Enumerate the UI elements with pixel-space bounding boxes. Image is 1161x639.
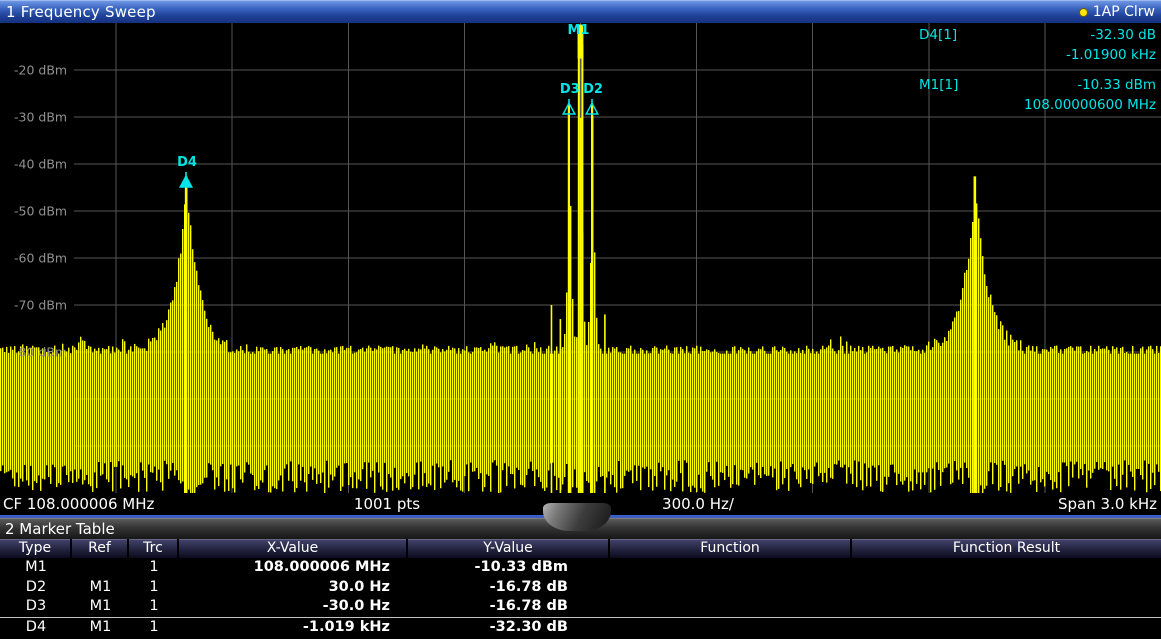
marker-table-row-d2[interactable]: D2M1130.0 Hz-16.78 dB [0,578,1161,598]
table-cell: 1 [129,578,179,598]
table-cell: -16.78 dB [408,578,610,598]
marker-table-body: M11108.000006 MHz-10.33 dBmD2M1130.0 Hz-… [0,558,1161,637]
column-header-trc: Trc [129,539,179,558]
readout-marker-value: -10.33 dBm [1077,75,1156,95]
table-cell: 108.000006 MHz [179,558,408,578]
marker-label-d4[interactable]: D4 [177,155,197,170]
marker-table-row-d4[interactable]: D4M11-1.019 kHz-32.30 dB [0,618,1161,638]
readout-m11[interactable]: M1[1] -10.33 dBm108.00000600 MHz [919,75,1156,116]
table-cell: 30.0 Hz [179,578,408,598]
window-title: 1 Frequency Sweep [6,3,156,21]
table-cell: M1 [72,597,129,617]
marker-label-d3[interactable]: D3 [560,82,580,97]
table-cell [72,558,129,578]
table-cell: -16.78 dB [408,597,610,617]
column-header-x-value: X-Value [179,539,408,558]
marker-readout-panel[interactable]: D4[1] -32.30 dB-1.01900 kHz M1[1] -10.33 dB… [919,25,1156,125]
frequency-sweep-titlebar[interactable]: 1 Frequency Sweep 1AP Clrw [0,0,1161,23]
trace-indicator[interactable]: 1AP Clrw [1079,4,1155,20]
table-cell: -10.33 dBm [408,558,610,578]
sweep-points-value: 1001 pts [337,495,437,513]
marker-symbol-d4[interactable] [179,172,193,193]
table-cell: -1.019 kHz [179,618,408,638]
table-cell: D2 [0,578,72,598]
table-cell: 1 [129,597,179,617]
table-cell: 1 [129,618,179,638]
marker-table-row-d3[interactable]: D3M11-30.0 Hz-16.78 dB [0,597,1161,617]
column-header-ref: Ref [72,539,129,558]
y-axis-tick-label: -80 dBm [14,345,67,360]
window-title: 2 Marker Table [5,520,115,538]
marker-symbol-d2[interactable] [585,99,599,120]
spectrum-plot: -20 dBm -30 dBm -40 dBm -50 dBm -60 dBm -70 d… [0,23,1161,493]
readout-marker-value: -32.30 dB [1090,25,1156,45]
table-cell [852,597,1161,617]
column-header-type: Type [0,539,72,558]
marker-label-m1[interactable]: M1 [568,23,590,38]
table-cell: M1 [0,558,72,578]
table-cell [610,558,852,578]
marker-label-d2[interactable]: D2 [583,82,603,97]
readout-marker-name: M1[1] [919,75,958,95]
span-value[interactable]: Span 3.0 kHz [1058,495,1157,513]
y-axis-tick-label: -30 dBm [14,110,67,125]
window-splitter-handle[interactable] [543,503,611,531]
y-axis-tick-label: -60 dBm [14,251,67,266]
table-cell [852,558,1161,578]
hz-per-division-value: 300.0 Hz/ [648,495,748,513]
table-cell [852,618,1161,638]
column-header-y-value: Y-Value [408,539,610,558]
y-axis-tick-label: -70 dBm [14,298,67,313]
table-cell: M1 [72,578,129,598]
y-axis-tick-label: -40 dBm [14,157,67,172]
table-cell [610,578,852,598]
y-axis-tick-label: -20 dBm [14,63,67,78]
readout-marker-sub-value: 108.00000600 MHz [919,95,1156,116]
readout-marker-sub-value: -1.01900 kHz [919,45,1156,66]
marker-table: TypeRefTrcX-ValueY-ValueFunctionFunction… [0,539,1161,637]
trace-active-dot-icon [1079,8,1088,17]
readout-marker-name: D4[1] [919,25,957,45]
center-frequency-value[interactable]: CF 108.000006 MHz [3,495,154,513]
column-header-function: Function [610,539,852,558]
table-cell [610,618,852,638]
table-cell: M1 [72,618,129,638]
table-cell: D4 [0,618,72,638]
table-cell: -30.0 Hz [179,597,408,617]
table-cell [852,578,1161,598]
analyzer-screen: 1 Frequency Sweep 1AP Clrw -20 dBm -30 dB… [0,0,1161,639]
trace-mode-label: 1AP Clrw [1093,4,1155,20]
marker-symbol-d3[interactable] [562,99,576,120]
column-header-function-result: Function Result [852,539,1161,558]
table-cell [610,597,852,617]
table-cell: -32.30 dB [408,618,610,638]
readout-d41[interactable]: D4[1] -32.30 dB-1.01900 kHz [919,25,1156,66]
marker-table-row-m1[interactable]: M1 1108.000006 MHz-10.33 dBm [0,558,1161,578]
table-cell: 1 [129,558,179,578]
table-cell: D3 [0,597,72,617]
y-axis-tick-label: -50 dBm [14,204,67,219]
marker-table-header: TypeRefTrcX-ValueY-ValueFunctionFunction… [0,539,1161,558]
